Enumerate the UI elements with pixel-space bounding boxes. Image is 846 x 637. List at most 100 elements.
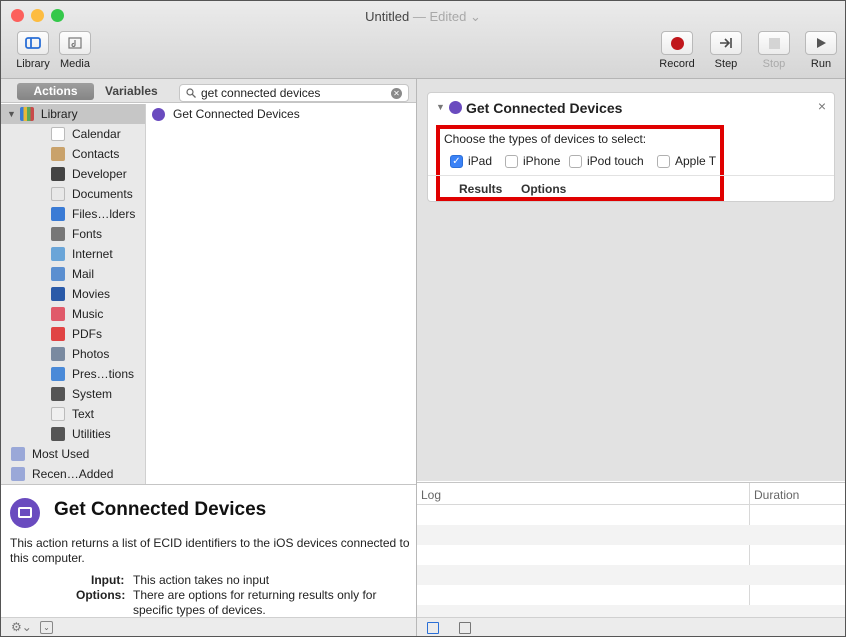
sidebar-item-label: Text: [72, 407, 95, 421]
disclosure-triangle-icon[interactable]: ▼: [7, 109, 16, 119]
developer-icon: [51, 167, 65, 181]
stop-label: Stop: [762, 58, 786, 70]
sidebar-item-system[interactable]: System: [1, 384, 145, 404]
photos-icon: [51, 347, 65, 361]
checkbox-label: iPhone: [523, 154, 561, 168]
options-text-line1: There are options for returning results …: [133, 588, 377, 602]
record-button[interactable]: Record: [655, 31, 699, 70]
action-large-icon: [10, 498, 40, 528]
search-input[interactable]: [201, 86, 386, 100]
step-label: Step: [714, 58, 738, 70]
library-icon: [19, 107, 34, 121]
recently-added-icon: [11, 467, 25, 481]
close-icon[interactable]: ×: [818, 98, 826, 114]
checkbox-ipod-touch[interactable]: iPod touch: [569, 154, 644, 168]
sidebar-item-contacts[interactable]: Contacts: [1, 144, 145, 164]
run-button[interactable]: Run: [799, 31, 843, 70]
input-text: This action takes no input: [133, 573, 270, 587]
sidebar-item-label: Pres…tions: [72, 367, 135, 381]
sidebar-item-fonts[interactable]: Fonts: [1, 224, 145, 244]
action-card: ▼ Get Connected Devices × Choose the typ…: [427, 92, 835, 202]
system-icon: [51, 387, 65, 401]
play-icon: [805, 31, 837, 55]
library-root-item[interactable]: ▼ Library: [1, 104, 145, 124]
tab-actions[interactable]: Actions: [17, 83, 94, 100]
checkbox-box: [569, 154, 582, 168]
sidebar-item-most-used[interactable]: Most Used: [1, 444, 145, 464]
log-column-header[interactable]: Log: [421, 488, 441, 502]
description-title: Get Connected Devices: [54, 499, 267, 520]
clear-search-icon[interactable]: ✕: [391, 88, 402, 99]
sidebar-item-presentations[interactable]: Pres…tions: [1, 364, 145, 384]
sidebar-item-label: Mail: [72, 267, 95, 281]
calendar-icon: [51, 127, 65, 141]
sidebar-item-utilities[interactable]: Utilities: [1, 424, 145, 444]
card-divider: [428, 175, 834, 176]
library-header: Actions Variables ✕: [1, 79, 416, 103]
duration-column-header[interactable]: Duration: [754, 488, 799, 502]
sidebar-item-label: Photos: [72, 347, 110, 361]
checkbox-apple-tv[interactable]: Apple T: [657, 154, 716, 168]
sidebar-item-label: Most Used: [32, 447, 90, 461]
presentations-icon: [51, 367, 65, 381]
window-title: Untitled — Edited ⌄: [365, 9, 481, 24]
sidebar-item-label: Developer: [72, 167, 127, 181]
tab-results[interactable]: Results: [459, 182, 502, 196]
search-field[interactable]: ✕: [179, 84, 409, 102]
sidebar-item-label: Fonts: [72, 227, 103, 241]
checkbox-label: iPod touch: [587, 154, 644, 168]
action-item-label: Get Connected Devices: [173, 107, 300, 121]
sidebar-item-text[interactable]: Text: [1, 404, 145, 424]
checkbox-label: Apple T: [675, 154, 717, 168]
contacts-icon: [51, 147, 65, 161]
checkbox-iphone[interactable]: iPhone: [505, 154, 560, 168]
stop-button[interactable]: Stop: [752, 31, 796, 70]
log-row: [417, 565, 845, 585]
options-text-line2: specific types of devices.: [133, 603, 266, 617]
column-divider: [749, 483, 750, 618]
internet-icon: [51, 247, 65, 261]
list-view-icon[interactable]: [427, 622, 439, 634]
sidebar-item-pdfs[interactable]: PDFs: [1, 324, 145, 344]
sidebar-item-developer[interactable]: Developer: [1, 164, 145, 184]
step-button[interactable]: Step: [704, 31, 748, 70]
library-icon: [17, 31, 49, 55]
sidebar-item-music[interactable]: Music: [1, 304, 145, 324]
tab-options[interactable]: Options: [521, 182, 566, 196]
workflow-area[interactable]: ▼ Get Connected Devices × Choose the typ…: [417, 79, 845, 481]
sidebar-item-photos[interactable]: Photos: [1, 344, 145, 364]
sidebar-item-calendar[interactable]: Calendar: [1, 124, 145, 144]
log-row: [417, 525, 845, 545]
collapse-triangle-icon[interactable]: ▼: [436, 102, 445, 112]
media-label: Media: [60, 58, 90, 70]
sidebar-item-mail[interactable]: Mail: [1, 264, 145, 284]
action-card-icon: [449, 101, 462, 114]
automator-window: Untitled — Edited ⌄ Library Media Record…: [0, 0, 846, 637]
library-label: Library: [16, 58, 50, 70]
text-icon: [51, 407, 65, 421]
checkmark-icon: ✓: [450, 154, 463, 168]
sidebar-item-documents[interactable]: Documents: [1, 184, 145, 204]
mail-icon: [51, 267, 65, 281]
music-icon: [51, 307, 65, 321]
edited-status[interactable]: — Edited ⌄: [413, 9, 481, 24]
checkbox-ipad[interactable]: ✓ iPad: [450, 154, 492, 168]
gear-icon[interactable]: ⚙⌄: [11, 620, 32, 634]
library-bottom-bar: ⚙⌄ ⌄: [1, 617, 416, 636]
checkbox-box: [505, 154, 518, 168]
description-toggle-icon[interactable]: ⌄: [40, 621, 53, 634]
media-button[interactable]: Media: [53, 31, 97, 70]
library-button[interactable]: Library: [11, 31, 55, 70]
tab-variables[interactable]: Variables: [105, 84, 158, 98]
sidebar-item-label: Internet: [72, 247, 113, 261]
split-view-icon[interactable]: [459, 622, 471, 634]
sidebar-item-label: Documents: [72, 187, 133, 201]
toolbar: Untitled — Edited ⌄ Library Media Record…: [1, 1, 845, 79]
action-item-get-connected-devices[interactable]: Get Connected Devices: [147, 104, 416, 124]
sidebar-item-label: Music: [72, 307, 104, 321]
step-icon: [710, 31, 742, 55]
sidebar-item-movies[interactable]: Movies: [1, 284, 145, 304]
sidebar-item-internet[interactable]: Internet: [1, 244, 145, 264]
sidebar-item-files-folders[interactable]: Files…lders: [1, 204, 145, 224]
sidebar-item-recently-added[interactable]: Recen…Added: [1, 464, 145, 484]
